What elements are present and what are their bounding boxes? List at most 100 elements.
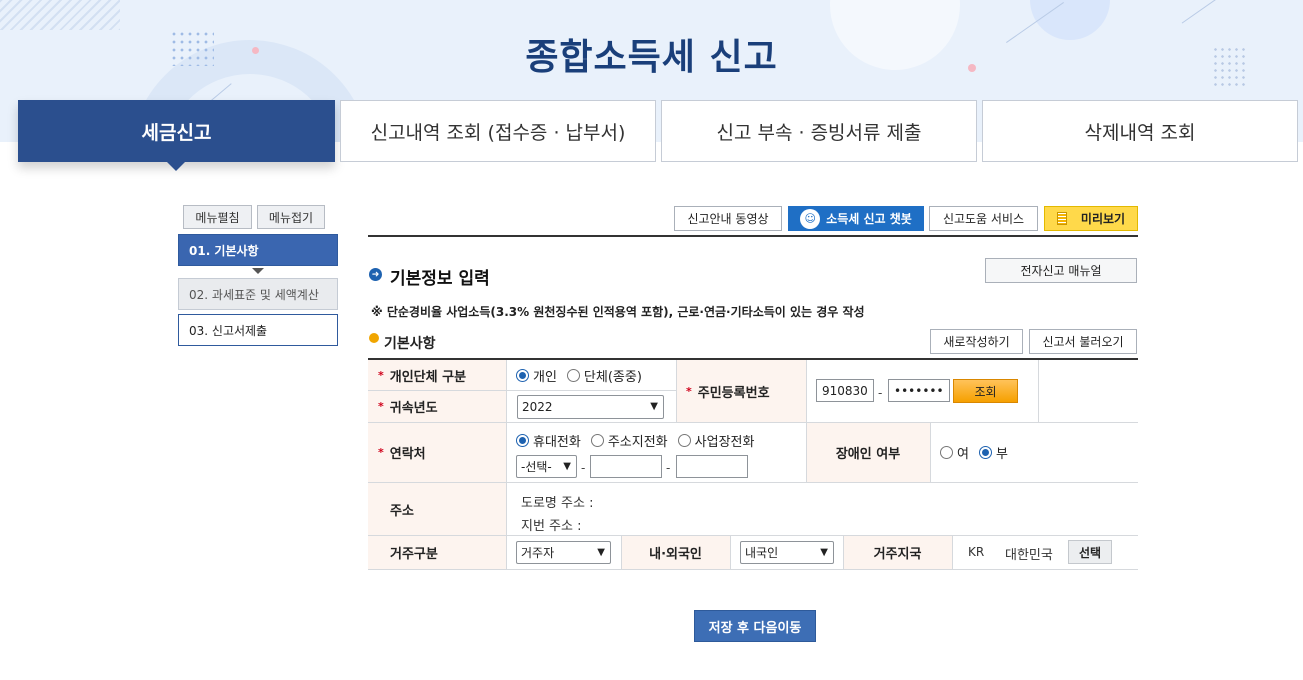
- page-title: 종합소득세 신고: [525, 37, 778, 78]
- type-label: 개인단체 구분: [389, 369, 467, 385]
- country-label-cell: 거주지국: [843, 536, 952, 570]
- type-options-cell: 개인 단체(종중): [506, 360, 676, 391]
- phone-prefix-value: -선택-: [521, 460, 552, 474]
- chevron-down-icon: ▼: [650, 401, 658, 412]
- save-next-button[interactable]: 저장 후 다음이동: [694, 610, 816, 642]
- guide-video-button[interactable]: 신고안내 동영상: [674, 206, 782, 231]
- rrn-lookup-button[interactable]: 조회: [953, 379, 1018, 403]
- dash: -: [581, 461, 586, 475]
- tab-filing-history[interactable]: 신고내역 조회 (접수증 · 납부서): [340, 100, 656, 162]
- contact-option-mobile[interactable]: 휴대전화: [516, 431, 581, 450]
- grid-line: [621, 536, 622, 570]
- chevron-down-icon: ▼: [563, 461, 571, 472]
- step-tax-calculation[interactable]: 02. 과세표준 및 세액계산: [178, 278, 338, 310]
- tab-document-submission[interactable]: 신고 부속 · 증빙서류 제출: [661, 100, 977, 162]
- radio-icon[interactable]: [516, 434, 529, 447]
- disabled-label-cell: 장애인 여부: [806, 423, 930, 483]
- address-cell: [506, 483, 1138, 536]
- preview-button[interactable]: 미리보기: [1044, 206, 1138, 231]
- radio-icon[interactable]: [978, 446, 992, 459]
- disabled-options-cell: 여 부: [930, 423, 1138, 483]
- grid-line: [506, 360, 507, 570]
- option-label: 여: [957, 447, 969, 462]
- decor-stripes: [0, 0, 120, 30]
- radio-icon[interactable]: [940, 446, 953, 459]
- type-option-group[interactable]: 단체(종중): [566, 366, 642, 385]
- rrn-label: 주민등록번호: [697, 385, 770, 401]
- required-icon: *: [378, 446, 384, 459]
- menu-expand-button[interactable]: 메뉴펼침: [183, 205, 252, 229]
- phone-prefix-select[interactable]: -선택- ▼: [516, 455, 577, 478]
- nationality-label: 내·외국인: [649, 547, 702, 562]
- grid-line: [952, 536, 953, 570]
- grid-line: [676, 360, 677, 423]
- grid-line: [930, 423, 931, 483]
- arrow-right-icon: ➜: [369, 268, 382, 281]
- required-icon: *: [378, 368, 384, 382]
- active-tab-indicator: [166, 161, 186, 171]
- decor-line: [1181, 0, 1219, 24]
- nationality-value: 내국인: [745, 546, 779, 560]
- nationality-select[interactable]: 내국인 ▼: [740, 541, 834, 564]
- subsection-title: 기본사항: [384, 336, 436, 352]
- section-title: 기본정보 입력: [390, 269, 490, 289]
- country-code: KR: [968, 545, 985, 559]
- step-basic-info[interactable]: 01. 기본사항: [178, 234, 338, 266]
- grid-line: [843, 536, 844, 570]
- contact-option-home[interactable]: 주소지전화: [590, 431, 668, 450]
- chevron-down-icon: ▼: [597, 547, 605, 558]
- type-label-cell: * 개인단체 구분: [368, 360, 506, 391]
- phone-last-input[interactable]: [676, 455, 748, 478]
- notice-text: ※ 단순경비율 사업소득(3.3% 원천징수된 인적용역 포함), 근로·연금·…: [371, 305, 865, 319]
- contact-label: 연락처: [389, 447, 426, 462]
- option-label: 개인: [533, 369, 557, 385]
- contact-label-cell: * 연락처: [368, 423, 506, 483]
- dash: -: [666, 461, 671, 475]
- disabled-option-no[interactable]: 부: [978, 443, 1008, 462]
- bullet-icon: [369, 333, 379, 343]
- option-label: 사업장전화: [694, 435, 755, 450]
- contact-options: 휴대전화 주소지전화 사업장전화: [516, 431, 764, 450]
- dash: -: [878, 386, 883, 400]
- road-address-text: 도로명 주소 :: [521, 496, 594, 511]
- residence-select[interactable]: 거주자 ▼: [516, 541, 611, 564]
- year-label: 귀속년도: [389, 401, 438, 416]
- disabled-option-yes[interactable]: 여: [940, 443, 969, 462]
- contact-option-office[interactable]: 사업장전화: [677, 431, 755, 450]
- option-label: 단체(종중): [583, 369, 642, 385]
- step-down-arrow-icon: [252, 268, 264, 274]
- country-label: 거주지국: [873, 547, 922, 562]
- year-value: 2022: [522, 400, 553, 414]
- lot-address-text: 지번 주소 :: [521, 519, 582, 534]
- option-label: 휴대전화: [533, 435, 581, 450]
- radio-icon[interactable]: [677, 434, 691, 447]
- load-return-button[interactable]: 신고서 불러오기: [1029, 329, 1137, 354]
- country-select-button[interactable]: 선택: [1068, 540, 1112, 564]
- year-select[interactable]: 2022 ▼: [517, 395, 664, 419]
- radio-icon[interactable]: [590, 434, 604, 447]
- preview-label: 미리보기: [1080, 212, 1126, 226]
- year-label-cell: * 귀속년도: [368, 391, 506, 423]
- country-name: 대한민국: [1005, 548, 1053, 563]
- tab-deleted-history[interactable]: 삭제내역 조회: [982, 100, 1298, 162]
- chatbot-button[interactable]: ☺ 소득세 신고 챗봇: [788, 206, 924, 231]
- radio-icon[interactable]: [516, 368, 529, 382]
- divider: [368, 235, 1138, 237]
- new-write-button[interactable]: 새로작성하기: [930, 329, 1023, 354]
- residence-label-cell: 거주구분: [368, 536, 506, 570]
- tab-tax-filing[interactable]: 세금신고: [18, 100, 335, 162]
- menu-collapse-button[interactable]: 메뉴접기: [257, 205, 325, 229]
- help-service-button[interactable]: 신고도움 서비스: [929, 206, 1038, 231]
- disabled-label: 장애인 여부: [835, 447, 901, 462]
- rrn-front-input[interactable]: 910830: [816, 379, 874, 402]
- required-icon: *: [686, 384, 692, 398]
- address-label-cell: 주소: [368, 483, 506, 536]
- manual-button[interactable]: 전자신고 매뉴얼: [985, 258, 1137, 283]
- phone-middle-input[interactable]: [590, 455, 662, 478]
- document-icon: [1056, 212, 1067, 225]
- rrn-back-input[interactable]: •••••••: [888, 379, 950, 402]
- radio-icon[interactable]: [566, 368, 580, 382]
- step-submit[interactable]: 03. 신고서제출: [178, 314, 338, 346]
- type-option-individual[interactable]: 개인: [516, 366, 557, 385]
- required-icon: *: [378, 400, 384, 413]
